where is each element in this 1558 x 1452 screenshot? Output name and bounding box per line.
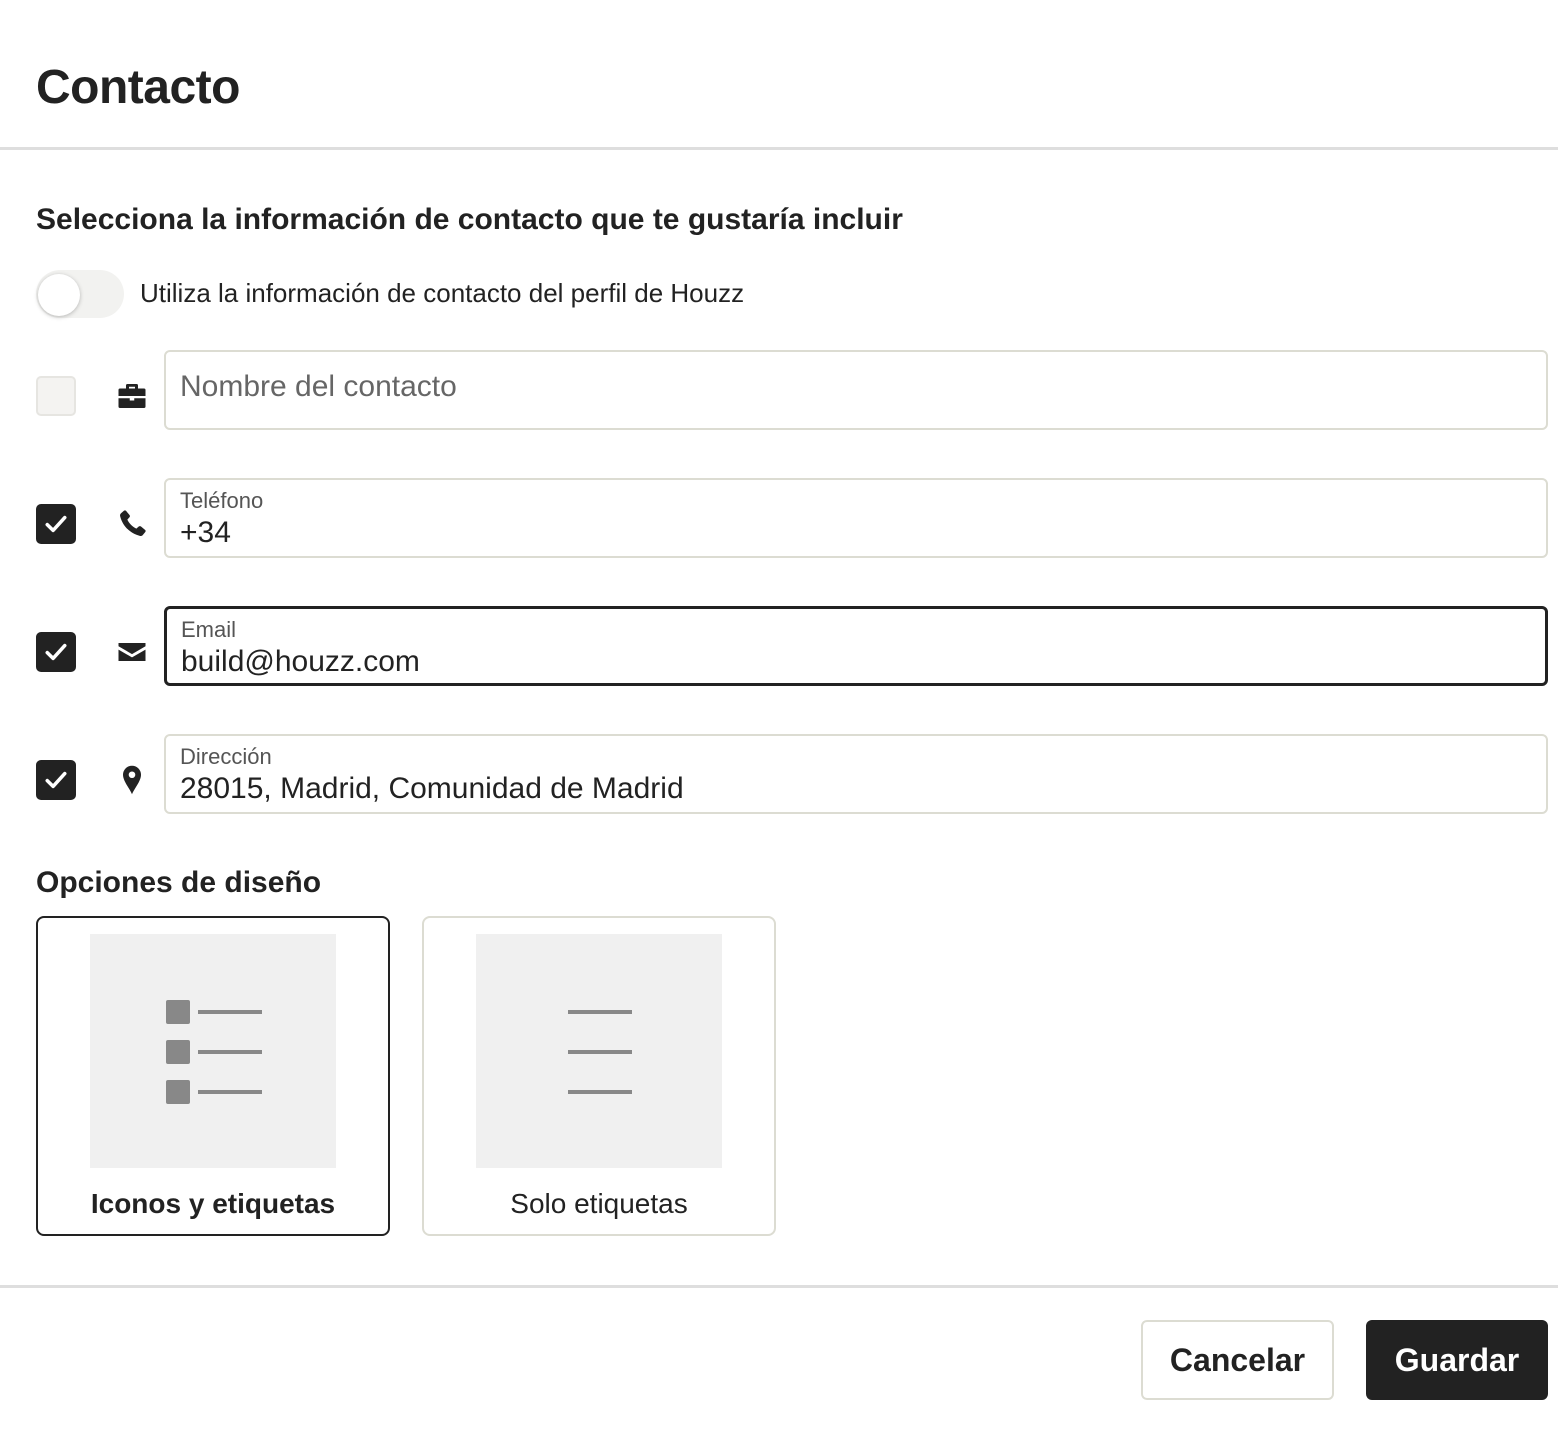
address-checkbox[interactable] — [36, 760, 76, 800]
phone-input[interactable] — [180, 516, 1520, 550]
contact-name-row — [36, 350, 1548, 430]
dialog-header: Contacto — [0, 0, 1558, 150]
contact-name-input[interactable] — [180, 370, 1520, 404]
design-option-label: Solo etiquetas — [510, 1188, 688, 1219]
phone-field: Teléfono — [164, 478, 1548, 558]
footer-divider — [0, 1285, 1558, 1288]
contact-name-field — [164, 350, 1548, 430]
checkmark-icon — [45, 771, 67, 789]
phone-label: Teléfono — [180, 488, 264, 513]
contact-name-checkbox[interactable] — [36, 376, 76, 416]
envelope-icon — [112, 632, 152, 672]
address-label: Dirección — [180, 744, 272, 769]
email-input[interactable] — [181, 645, 1521, 679]
toggle-label: Utiliza la información de contacto del p… — [140, 278, 745, 308]
email-field: Email — [164, 606, 1548, 686]
dialog-title: Contacto — [36, 61, 240, 114]
address-input[interactable] — [180, 772, 1520, 806]
briefcase-icon — [112, 376, 152, 416]
address-row: Dirección — [36, 734, 1548, 814]
contact-dialog: Contacto Selecciona la información de co… — [0, 0, 1558, 1452]
design-section-title: Opciones de diseño — [36, 866, 322, 899]
save-button[interactable]: Guardar — [1366, 1320, 1548, 1400]
houzz-profile-toggle[interactable] — [36, 270, 124, 318]
design-option-labels-only[interactable]: Solo etiquetas — [422, 916, 776, 1236]
location-pin-icon — [112, 760, 152, 800]
address-field: Dirección — [164, 734, 1548, 814]
cancel-button[interactable]: Cancelar — [1141, 1320, 1334, 1400]
design-option-label: Iconos y etiquetas — [90, 1188, 336, 1219]
email-label: Email — [181, 617, 237, 642]
phone-checkbox[interactable] — [36, 504, 76, 544]
email-row: Email — [36, 606, 1548, 686]
email-checkbox[interactable] — [36, 632, 76, 672]
phone-row: Teléfono — [36, 478, 1548, 558]
phone-icon — [112, 504, 152, 544]
labels-only-preview — [476, 934, 722, 1168]
toggle-knob — [38, 274, 80, 316]
checkmark-icon — [45, 515, 67, 533]
checkmark-icon — [45, 643, 67, 661]
houzz-profile-toggle-row: Utiliza la información de contacto del p… — [36, 268, 936, 320]
icons-labels-preview — [90, 934, 336, 1168]
contact-section-title: Selecciona la información de contacto qu… — [36, 203, 903, 236]
design-option-icons-labels[interactable]: Iconos y etiquetas — [36, 916, 390, 1236]
